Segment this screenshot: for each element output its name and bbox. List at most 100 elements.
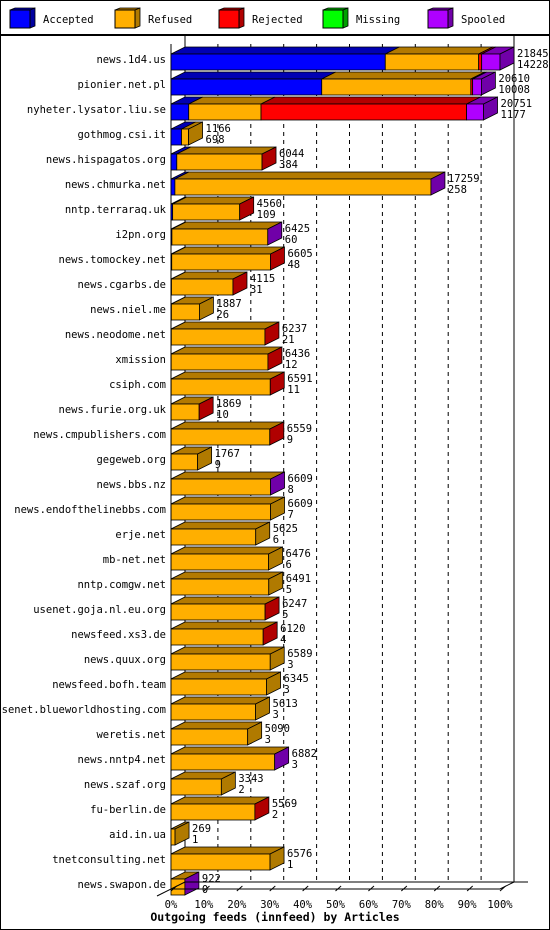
category-label: erje.net bbox=[115, 529, 166, 541]
category-label: newsfeed.bofh.team bbox=[52, 679, 166, 691]
bar-segment-refused bbox=[170, 503, 271, 521]
bar-segment-refused bbox=[171, 228, 269, 246]
bar-segment-refused bbox=[170, 453, 199, 471]
bar-row: pionier.net.pl 2061010008 bbox=[77, 71, 530, 96]
accepted-label: 3 bbox=[273, 709, 279, 721]
legend-swatch-side bbox=[29, 7, 36, 29]
bar-segment-refused bbox=[170, 578, 270, 596]
category-label: news.niel.me bbox=[90, 304, 166, 316]
bar-top-refused bbox=[170, 671, 281, 680]
accepted-label: 14228 bbox=[517, 59, 549, 71]
bar-segment-refused bbox=[174, 178, 432, 196]
bar-segment-refused bbox=[188, 103, 262, 121]
bar-segment-refused bbox=[170, 828, 176, 846]
accepted-label: 2 bbox=[272, 809, 278, 821]
bar-segment-accepted bbox=[170, 53, 386, 71]
category-label: mb-net.net bbox=[103, 554, 166, 566]
bar-segment-refused bbox=[170, 553, 269, 571]
bar-top-refused bbox=[170, 546, 283, 555]
bar-row: xmission 643612 bbox=[115, 346, 310, 371]
bar-top-refused bbox=[176, 146, 277, 155]
bar-segment-refused bbox=[176, 153, 263, 171]
accepted-label: 6 bbox=[286, 559, 292, 571]
accepted-label: 3 bbox=[287, 659, 293, 671]
bar-segment-refused bbox=[170, 478, 271, 496]
bar-top-refused bbox=[170, 646, 285, 655]
bar-row: news.cgarbs.de 411531 bbox=[77, 271, 275, 296]
category-label: xmission bbox=[115, 354, 166, 366]
accepted-label: 21 bbox=[282, 334, 295, 346]
category-label: news.1d4.us bbox=[96, 54, 166, 66]
bar-row: news.bbs.nz 66098 bbox=[96, 471, 313, 496]
legend-label-rejected: Rejected bbox=[252, 14, 303, 26]
bar-segment-spooled bbox=[466, 103, 484, 121]
bar-segment-refused bbox=[170, 778, 222, 796]
category-label: fu-berlin.de bbox=[90, 804, 166, 816]
accepted-label: 12 bbox=[285, 359, 298, 371]
bar-top-refused bbox=[385, 46, 493, 55]
accepted-label: 9 bbox=[215, 459, 221, 471]
bar-segment-refused bbox=[170, 403, 200, 421]
bar-row: news.cmpublishers.com 65599 bbox=[33, 421, 312, 446]
bar-row: aid.in.ua 2691 bbox=[109, 821, 211, 846]
x-tick-label: 80% bbox=[425, 899, 445, 911]
bar-segment-refused bbox=[171, 253, 271, 271]
category-label: aid.in.ua bbox=[109, 829, 166, 841]
bar-segment-refused bbox=[170, 878, 186, 896]
bar-row: fu-berlin.de 55692 bbox=[90, 796, 297, 821]
legend-swatch-side bbox=[447, 7, 454, 29]
bar-segment-rejected bbox=[478, 53, 483, 71]
category-label: nntp.terraraq.uk bbox=[65, 204, 167, 216]
stacked-bar-chart: Accepted Refused Rejected Missing Spooled ne… bbox=[0, 7, 549, 924]
bar-top-refused bbox=[170, 846, 285, 855]
bar-top-refused bbox=[170, 621, 278, 630]
bar-top-refused bbox=[170, 746, 289, 755]
accepted-label: 10 bbox=[216, 409, 229, 421]
bar-row: news.furie.org.uk 186910 bbox=[59, 396, 241, 421]
bar-row: erje.net 56256 bbox=[115, 521, 298, 546]
category-label: news.tomockey.net bbox=[59, 254, 166, 266]
bar-segment-refused bbox=[170, 803, 256, 821]
bar-top-refused bbox=[170, 421, 284, 430]
bar-row: usenet.goja.nl.eu.org 62475 bbox=[33, 596, 307, 621]
bar-segment-refused bbox=[170, 678, 267, 696]
accepted-label: 8 bbox=[288, 484, 294, 496]
category-label: news.swapon.de bbox=[77, 879, 166, 891]
accepted-label: 60 bbox=[285, 234, 298, 246]
category-label: i2pn.org bbox=[115, 229, 166, 241]
accepted-label: 5 bbox=[286, 584, 292, 596]
bar-segment-refused bbox=[170, 653, 271, 671]
accepted-label: 1 bbox=[192, 834, 198, 846]
accepted-label: 31 bbox=[250, 284, 263, 296]
accepted-label: 4 bbox=[280, 634, 286, 646]
bar-row: news.hispagatos.org 6044384 bbox=[46, 146, 304, 171]
category-label: news.quux.org bbox=[84, 654, 166, 666]
accepted-label: 10008 bbox=[498, 84, 530, 96]
bar-segment-refused bbox=[170, 428, 271, 446]
bar-row: gothmog.csi.it 1166698 bbox=[77, 121, 231, 146]
bar-top-refused bbox=[171, 371, 285, 380]
category-label: news.cgarbs.de bbox=[77, 279, 166, 291]
bar-top-refused bbox=[321, 71, 485, 80]
accepted-label: 1 bbox=[287, 859, 293, 871]
bar-top-refused bbox=[171, 346, 283, 355]
accepted-label: 3 bbox=[292, 759, 298, 771]
bar-row: news.1d4.us 2184514228 bbox=[96, 46, 549, 71]
category-label: newsfeed.xs3.de bbox=[71, 629, 166, 641]
bar-top-refused bbox=[171, 221, 282, 230]
x-axis-depth-right bbox=[499, 881, 515, 890]
bar-segment-refused bbox=[170, 728, 249, 746]
accepted-label: 6 bbox=[273, 534, 279, 546]
bar-row: i2pn.org 642560 bbox=[115, 221, 310, 246]
bar-segment-accepted bbox=[170, 178, 176, 196]
bar-segment-refused bbox=[170, 303, 200, 321]
bar-segment-accepted bbox=[170, 153, 178, 171]
accepted-label: 2 bbox=[238, 784, 244, 796]
bar-segment-accepted bbox=[170, 128, 182, 146]
legend-swatch-accepted bbox=[9, 9, 31, 29]
bar-row: news.niel.me 188726 bbox=[90, 296, 242, 321]
bar-row: nyheter.lysator.liu.se 207511177 bbox=[27, 96, 532, 121]
bar-row: gegeweb.org 17679 bbox=[96, 446, 240, 471]
bar-row: nntp.comgw.net 64915 bbox=[77, 571, 311, 596]
accepted-label: 11 bbox=[287, 384, 300, 396]
